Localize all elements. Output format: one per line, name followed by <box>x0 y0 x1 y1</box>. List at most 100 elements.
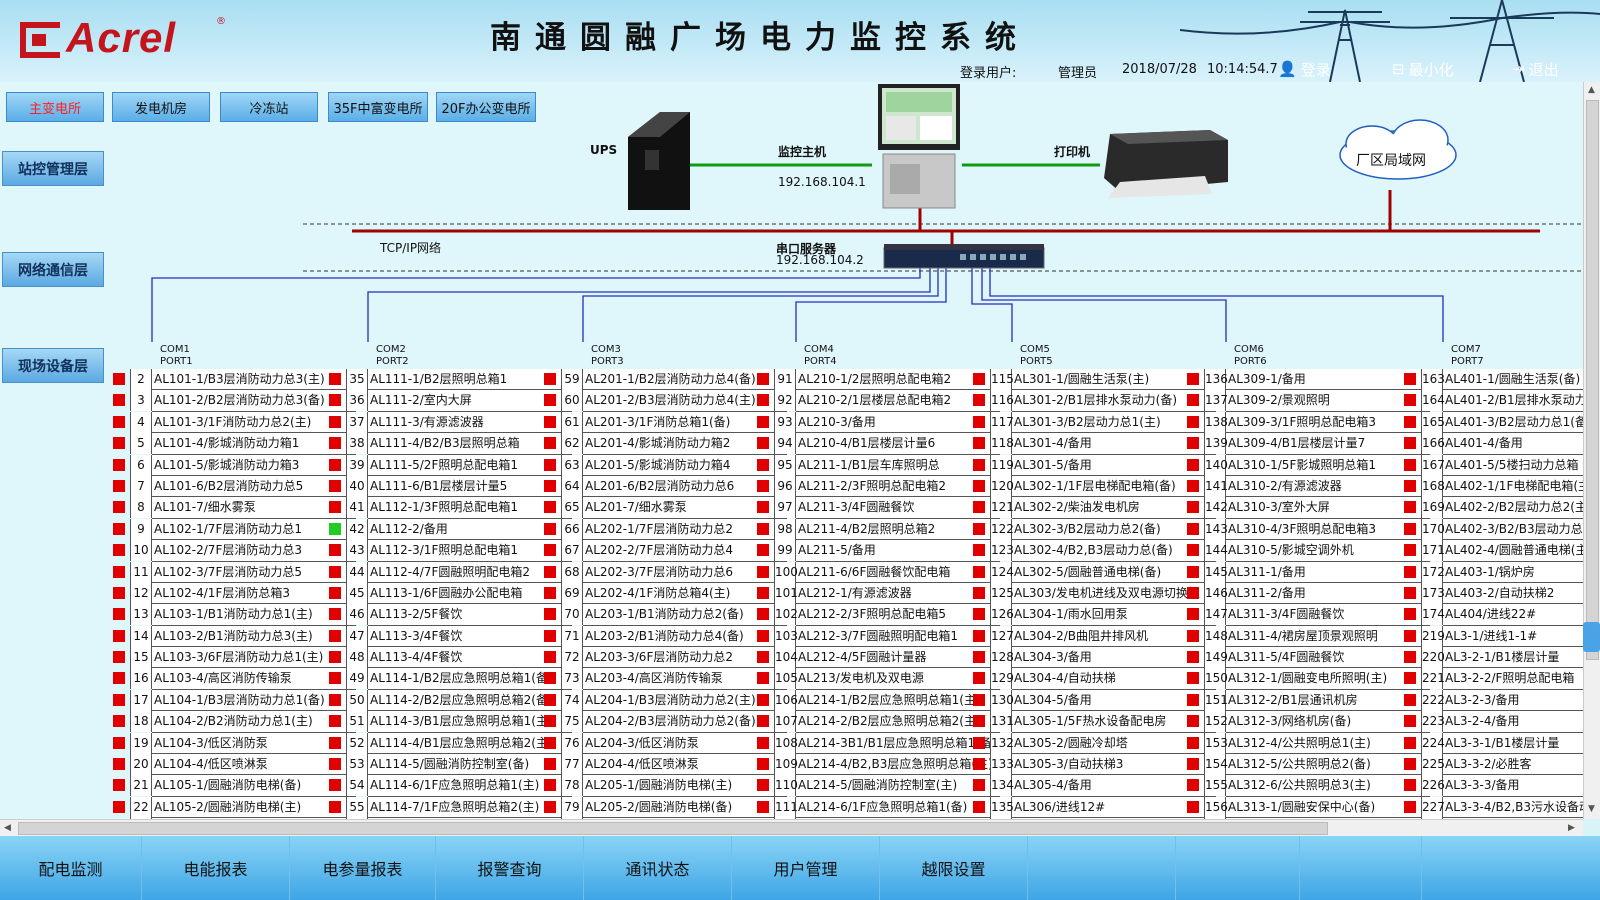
device-row[interactable]: 93 AL210-3/备用 <box>757 411 1000 434</box>
device-row[interactable]: 128 AL304-3/备用 <box>973 647 1216 669</box>
device-row[interactable]: 5 AL101-4/影城消防动力箱1 <box>113 433 356 455</box>
device-row[interactable]: 132 AL305-2/圆融冷却塔 <box>973 732 1216 755</box>
device-row[interactable]: 107 AL214-2/B2层应急照明总箱2(主) <box>757 711 1000 733</box>
device-row[interactable]: 173 AL403-2/自动扶梯2 <box>1404 582 1583 605</box>
device-row[interactable]: 117 AL301-3/B2层动力总1(主) <box>973 411 1216 434</box>
device-row[interactable]: 133 AL305-3/自动扶梯3 <box>973 754 1216 776</box>
device-row[interactable]: 166 AL401-4/备用 <box>1404 433 1583 455</box>
device-row[interactable]: 45 AL113-1/6F圆融办公配电箱 <box>329 582 572 605</box>
device-row[interactable]: 164AL401-2/B1层排水泵动力(主) <box>1404 390 1583 412</box>
minimize-button[interactable]: ⊟ 最小化 <box>1392 58 1454 80</box>
device-row[interactable]: 11 AL102-3/7F层消防动力总5 <box>113 561 356 583</box>
device-row[interactable]: 174 AL404/进线22# <box>1404 604 1583 626</box>
device-row[interactable]: 226 AL3-3-3/备用 <box>1404 775 1583 797</box>
device-row[interactable]: 163 AL401-1/圆融生活泵(备) <box>1404 369 1583 391</box>
nav-empty-slot-2[interactable] <box>1176 836 1300 900</box>
device-row[interactable]: 150 AL312-1/圆融变电所照明(主) <box>1187 668 1430 690</box>
device-row[interactable]: 141 AL310-2/有源滤波器 <box>1187 475 1430 498</box>
horizontal-scroll-thumb[interactable] <box>18 822 1328 835</box>
device-row[interactable]: 19 AL104-3/低区消防泵 <box>113 732 356 755</box>
device-row[interactable]: 227AL3-3-4/B2,B3污水设备动力 <box>1404 796 1583 819</box>
nav-limit-settings[interactable]: 越限设置 <box>880 836 1028 900</box>
nav-power-monitor[interactable]: 配电监测 <box>0 836 142 900</box>
device-row[interactable]: 127 AL304-2/B曲阻井排风机 <box>973 625 1216 648</box>
device-row[interactable]: 119 AL301-5/备用 <box>973 454 1216 476</box>
device-row[interactable]: 140 AL310-1/5F影城照明总箱1 <box>1187 454 1430 476</box>
scroll-down-icon[interactable]: ▼ <box>1588 804 1595 814</box>
device-row[interactable]: 106 AL214-1/B2层应急照明总箱1(主) <box>757 689 1000 712</box>
device-row[interactable]: 98 AL211-4/B2层照明总箱2 <box>757 518 1000 541</box>
device-row[interactable]: 148 AL311-4/裙房屋顶景观照明 <box>1187 625 1430 648</box>
scroll-right-icon[interactable]: ▶ <box>1568 823 1575 833</box>
nav-empty-slot-1[interactable] <box>1028 836 1176 900</box>
device-row[interactable]: 47 AL113-3/4F餐饮 <box>329 625 572 648</box>
device-row[interactable]: 167 AL401-5/5楼扫动力总箱 <box>1404 454 1583 476</box>
device-row[interactable]: 91 AL210-1/2层照明总配电箱2 <box>757 369 1000 391</box>
device-row[interactable]: 109 AL214-4/B2,B3层应急照明总箱(主) <box>757 754 1000 776</box>
device-row[interactable]: 168 AL402-1/1F电梯配电箱(主) <box>1404 475 1583 498</box>
device-row[interactable]: 139 AL309-4/B1层楼层计量7 <box>1187 433 1430 455</box>
device-row[interactable]: 103 AL212-3/7F圆融照明配电箱1 <box>757 625 1000 648</box>
device-row[interactable]: 224 AL3-3-1/B1楼层计量 <box>1404 732 1583 755</box>
device-row[interactable]: 134 AL305-4/备用 <box>973 775 1216 797</box>
device-row[interactable]: 22 AL105-2/圆融消防电梯(主) <box>113 796 356 819</box>
device-row[interactable]: 130 AL304-5/备用 <box>973 689 1216 712</box>
device-row[interactable]: 50 AL114-2/B2层应急照明总箱2(备) <box>329 689 572 712</box>
device-row[interactable]: 172 AL403-1/锅炉房 <box>1404 561 1583 583</box>
vertical-scroll-thumb[interactable] <box>1586 100 1599 660</box>
device-row[interactable]: 10 AL102-2/7F层消防动力总3 <box>113 540 356 562</box>
nav-user-management[interactable]: 用户管理 <box>732 836 880 900</box>
device-row[interactable]: 153 AL312-4/公共照明总1(主) <box>1187 732 1430 755</box>
device-row[interactable]: 55 AL114-7/1F应急照明总箱2(主) <box>329 796 572 819</box>
device-row[interactable]: 121 AL302-2/柴油发电机房 <box>973 497 1216 519</box>
device-row[interactable]: 219 AL3-1/进线1-1# <box>1404 625 1583 648</box>
device-row[interactable]: 225 AL3-3-2/必胜客 <box>1404 754 1583 776</box>
device-row[interactable]: 149 AL311-5/4F圆融餐饮 <box>1187 647 1430 669</box>
device-row[interactable]: 20 AL104-4/低区喷淋泵 <box>113 754 356 776</box>
device-row[interactable]: 94 AL210-4/B1层楼层计量6 <box>757 433 1000 455</box>
device-row[interactable]: 154 AL312-5/公共照明总2(备) <box>1187 754 1430 776</box>
device-row[interactable]: 2 AL101-1/B3层消防动力总3(主) <box>113 369 356 391</box>
scroll-up-icon[interactable]: ▲ <box>1588 85 1595 95</box>
device-row[interactable]: 111 AL214-6/1F应急照明总箱1(备) <box>757 796 1000 819</box>
device-row[interactable]: 171 AL402-4/圆融普通电梯(主) <box>1404 540 1583 562</box>
device-row[interactable]: 152 AL312-3/网络机房(备) <box>1187 711 1430 733</box>
device-row[interactable]: 110 AL214-5/圆融消防控制室(主) <box>757 775 1000 797</box>
device-row[interactable]: 52 AL114-4/B1层应急照明总箱2(主) <box>329 732 572 755</box>
device-row[interactable]: 155 AL312-6/公共照明总3(主) <box>1187 775 1430 797</box>
device-row[interactable]: 118 AL301-4/备用 <box>973 433 1216 455</box>
device-row[interactable]: 124 AL302-5/圆融普通电梯(备) <box>973 561 1216 583</box>
vertical-scrollbar[interactable]: ▲ ▼ <box>1583 82 1600 819</box>
device-row[interactable]: 97 AL211-3/4F圆融餐饮 <box>757 497 1000 519</box>
device-row[interactable]: 38 AL111-4/B2/B3层照明总箱 <box>329 433 572 455</box>
device-row[interactable]: 44 AL112-4/7F圆融照明配电箱2 <box>329 561 572 583</box>
device-row[interactable]: 102 AL212-2/3F照明总配电箱5 <box>757 604 1000 626</box>
login-button[interactable]: 👤 登录 <box>1278 58 1331 80</box>
device-row[interactable]: 156 AL313-1/圆融安保中心(备) <box>1187 796 1430 819</box>
device-row[interactable]: 115 AL301-1/圆融生活泵(主) <box>973 369 1216 391</box>
device-row[interactable]: 15 AL103-3/6F层消防动力总1(主) <box>113 647 356 669</box>
device-row[interactable]: 142 AL310-3/室外大屏 <box>1187 497 1430 519</box>
device-row[interactable]: 123 AL302-4/B2,B3层动力总(备) <box>973 540 1216 562</box>
device-row[interactable]: 39 AL111-5/2F照明总配电箱1 <box>329 454 572 476</box>
device-row[interactable]: 136 AL309-1/备用 <box>1187 369 1430 391</box>
device-row[interactable]: 104 AL212-4/5F圆融计量器 <box>757 647 1000 669</box>
device-row[interactable]: 146 AL311-2/备用 <box>1187 582 1430 605</box>
device-row[interactable]: 92 AL210-2/1层楼层总配电箱2 <box>757 390 1000 412</box>
device-row[interactable]: 21 AL105-1/圆融消防电梯(备) <box>113 775 356 797</box>
device-row[interactable]: 42 AL112-2/备用 <box>329 518 572 541</box>
device-row[interactable]: 4 AL101-3/1F消防动力总2(主) <box>113 411 356 434</box>
device-row[interactable]: 165 AL401-3/B2层动力总1(备) <box>1404 411 1583 434</box>
device-row[interactable]: 122 AL302-3/B2层动力总2(备) <box>973 518 1216 541</box>
device-row[interactable]: 125 AL303/发电机进线及双电源切换柜 <box>973 582 1216 605</box>
nav-energy-report[interactable]: 电能报表 <box>142 836 290 900</box>
device-row[interactable]: 36 AL111-2/室内大屏 <box>329 390 572 412</box>
device-row[interactable]: 220 AL3-2-1/B1楼层计量 <box>1404 647 1583 669</box>
device-row[interactable]: 96 AL211-2/3F照明总配电箱2 <box>757 475 1000 498</box>
horizontal-scrollbar[interactable]: ◀ ▶ <box>0 819 1583 836</box>
device-row[interactable]: 6 AL101-5/影城消防动力箱3 <box>113 454 356 476</box>
device-row[interactable]: 143 AL310-4/3F照明总配电箱3 <box>1187 518 1430 541</box>
device-row[interactable]: 135 AL306/进线12# <box>973 796 1216 819</box>
device-row[interactable]: 51 AL114-3/B1层应急照明总箱1(主) <box>329 711 572 733</box>
device-row[interactable]: 126 AL304-1/雨水回用泵 <box>973 604 1216 626</box>
